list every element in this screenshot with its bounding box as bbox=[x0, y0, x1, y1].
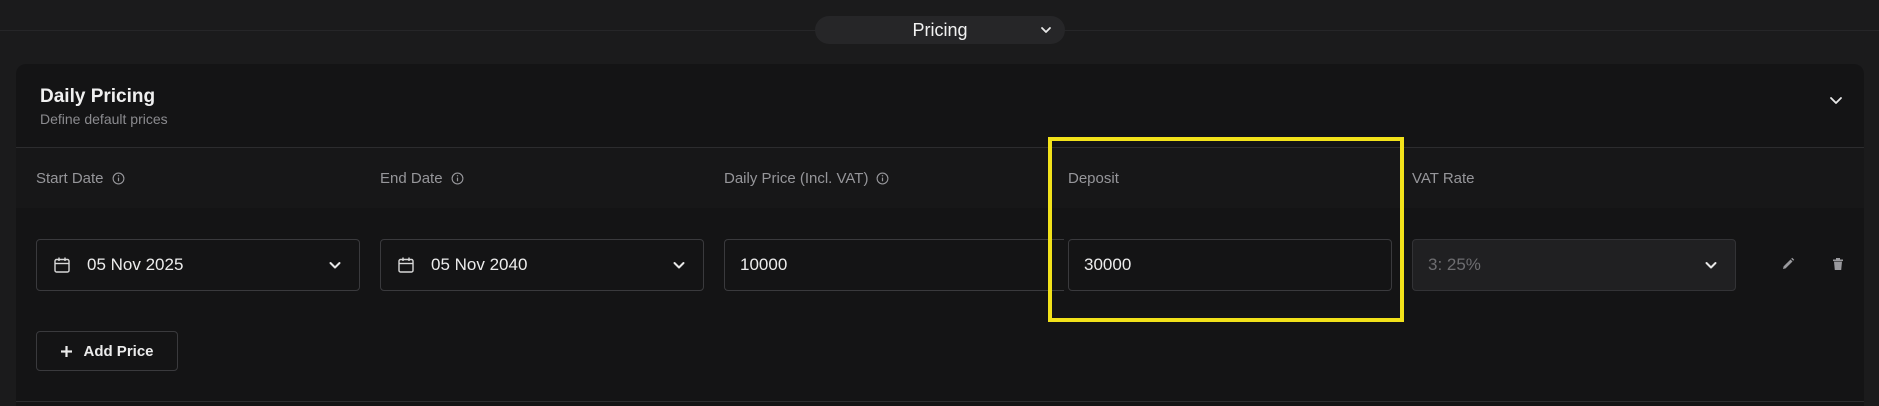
end-date-value: 05 Nov 2040 bbox=[431, 255, 528, 274]
daily-price-value: 10000 bbox=[740, 255, 788, 274]
table-header: Start Date End Date Daily Price (Incl. V… bbox=[16, 148, 1864, 208]
end-date-picker[interactable]: 05 Nov 2040 bbox=[380, 239, 704, 291]
vat-rate-select[interactable]: 3: 25% bbox=[1412, 239, 1736, 291]
card-bottom-divider bbox=[16, 401, 1864, 402]
plus-icon bbox=[61, 345, 73, 357]
info-icon[interactable] bbox=[876, 172, 889, 185]
start-date-picker[interactable]: 05 Nov 2025 bbox=[36, 239, 360, 291]
chevron-down-icon bbox=[329, 262, 341, 269]
column-start-date: Start Date bbox=[36, 170, 125, 187]
deposit-value: 30000 bbox=[1084, 255, 1132, 274]
section-selector-label: Pricing bbox=[912, 19, 968, 40]
card-subtitle: Define default prices bbox=[40, 111, 168, 127]
add-price-label: Add Price bbox=[83, 342, 154, 360]
column-daily-price: Daily Price (Incl. VAT) bbox=[724, 170, 889, 187]
column-vat-rate: VAT Rate bbox=[1412, 170, 1475, 187]
column-deposit: Deposit bbox=[1068, 170, 1119, 187]
card-title: Daily Pricing bbox=[40, 86, 156, 107]
start-date-value: 05 Nov 2025 bbox=[87, 255, 184, 274]
column-end-date-label: End Date bbox=[380, 170, 443, 187]
section-selector[interactable]: Pricing bbox=[815, 16, 1065, 44]
column-end-date: End Date bbox=[380, 170, 464, 187]
column-start-date-label: Start Date bbox=[36, 170, 104, 187]
daily-price-input[interactable]: 10000 bbox=[724, 239, 1064, 291]
daily-pricing-card: Daily Pricing Define default prices Star… bbox=[16, 64, 1864, 406]
collapse-chevron-icon[interactable] bbox=[1826, 90, 1846, 110]
calendar-icon bbox=[398, 257, 414, 273]
info-icon[interactable] bbox=[451, 172, 464, 185]
column-vat-rate-label: VAT Rate bbox=[1412, 170, 1475, 187]
add-price-button[interactable]: Add Price bbox=[36, 331, 178, 371]
chevron-down-icon bbox=[1705, 262, 1717, 269]
info-icon[interactable] bbox=[112, 172, 125, 185]
vat-rate-value: 3: 25% bbox=[1428, 255, 1481, 274]
column-daily-price-label: Daily Price (Incl. VAT) bbox=[724, 170, 869, 187]
calendar-icon bbox=[54, 257, 70, 273]
column-deposit-label: Deposit bbox=[1068, 170, 1119, 187]
trash-icon[interactable] bbox=[1831, 257, 1845, 271]
chevron-down-icon bbox=[1041, 27, 1051, 33]
chevron-down-icon bbox=[673, 262, 685, 269]
pencil-icon[interactable] bbox=[1781, 257, 1795, 271]
deposit-input[interactable]: 30000 bbox=[1068, 239, 1392, 291]
